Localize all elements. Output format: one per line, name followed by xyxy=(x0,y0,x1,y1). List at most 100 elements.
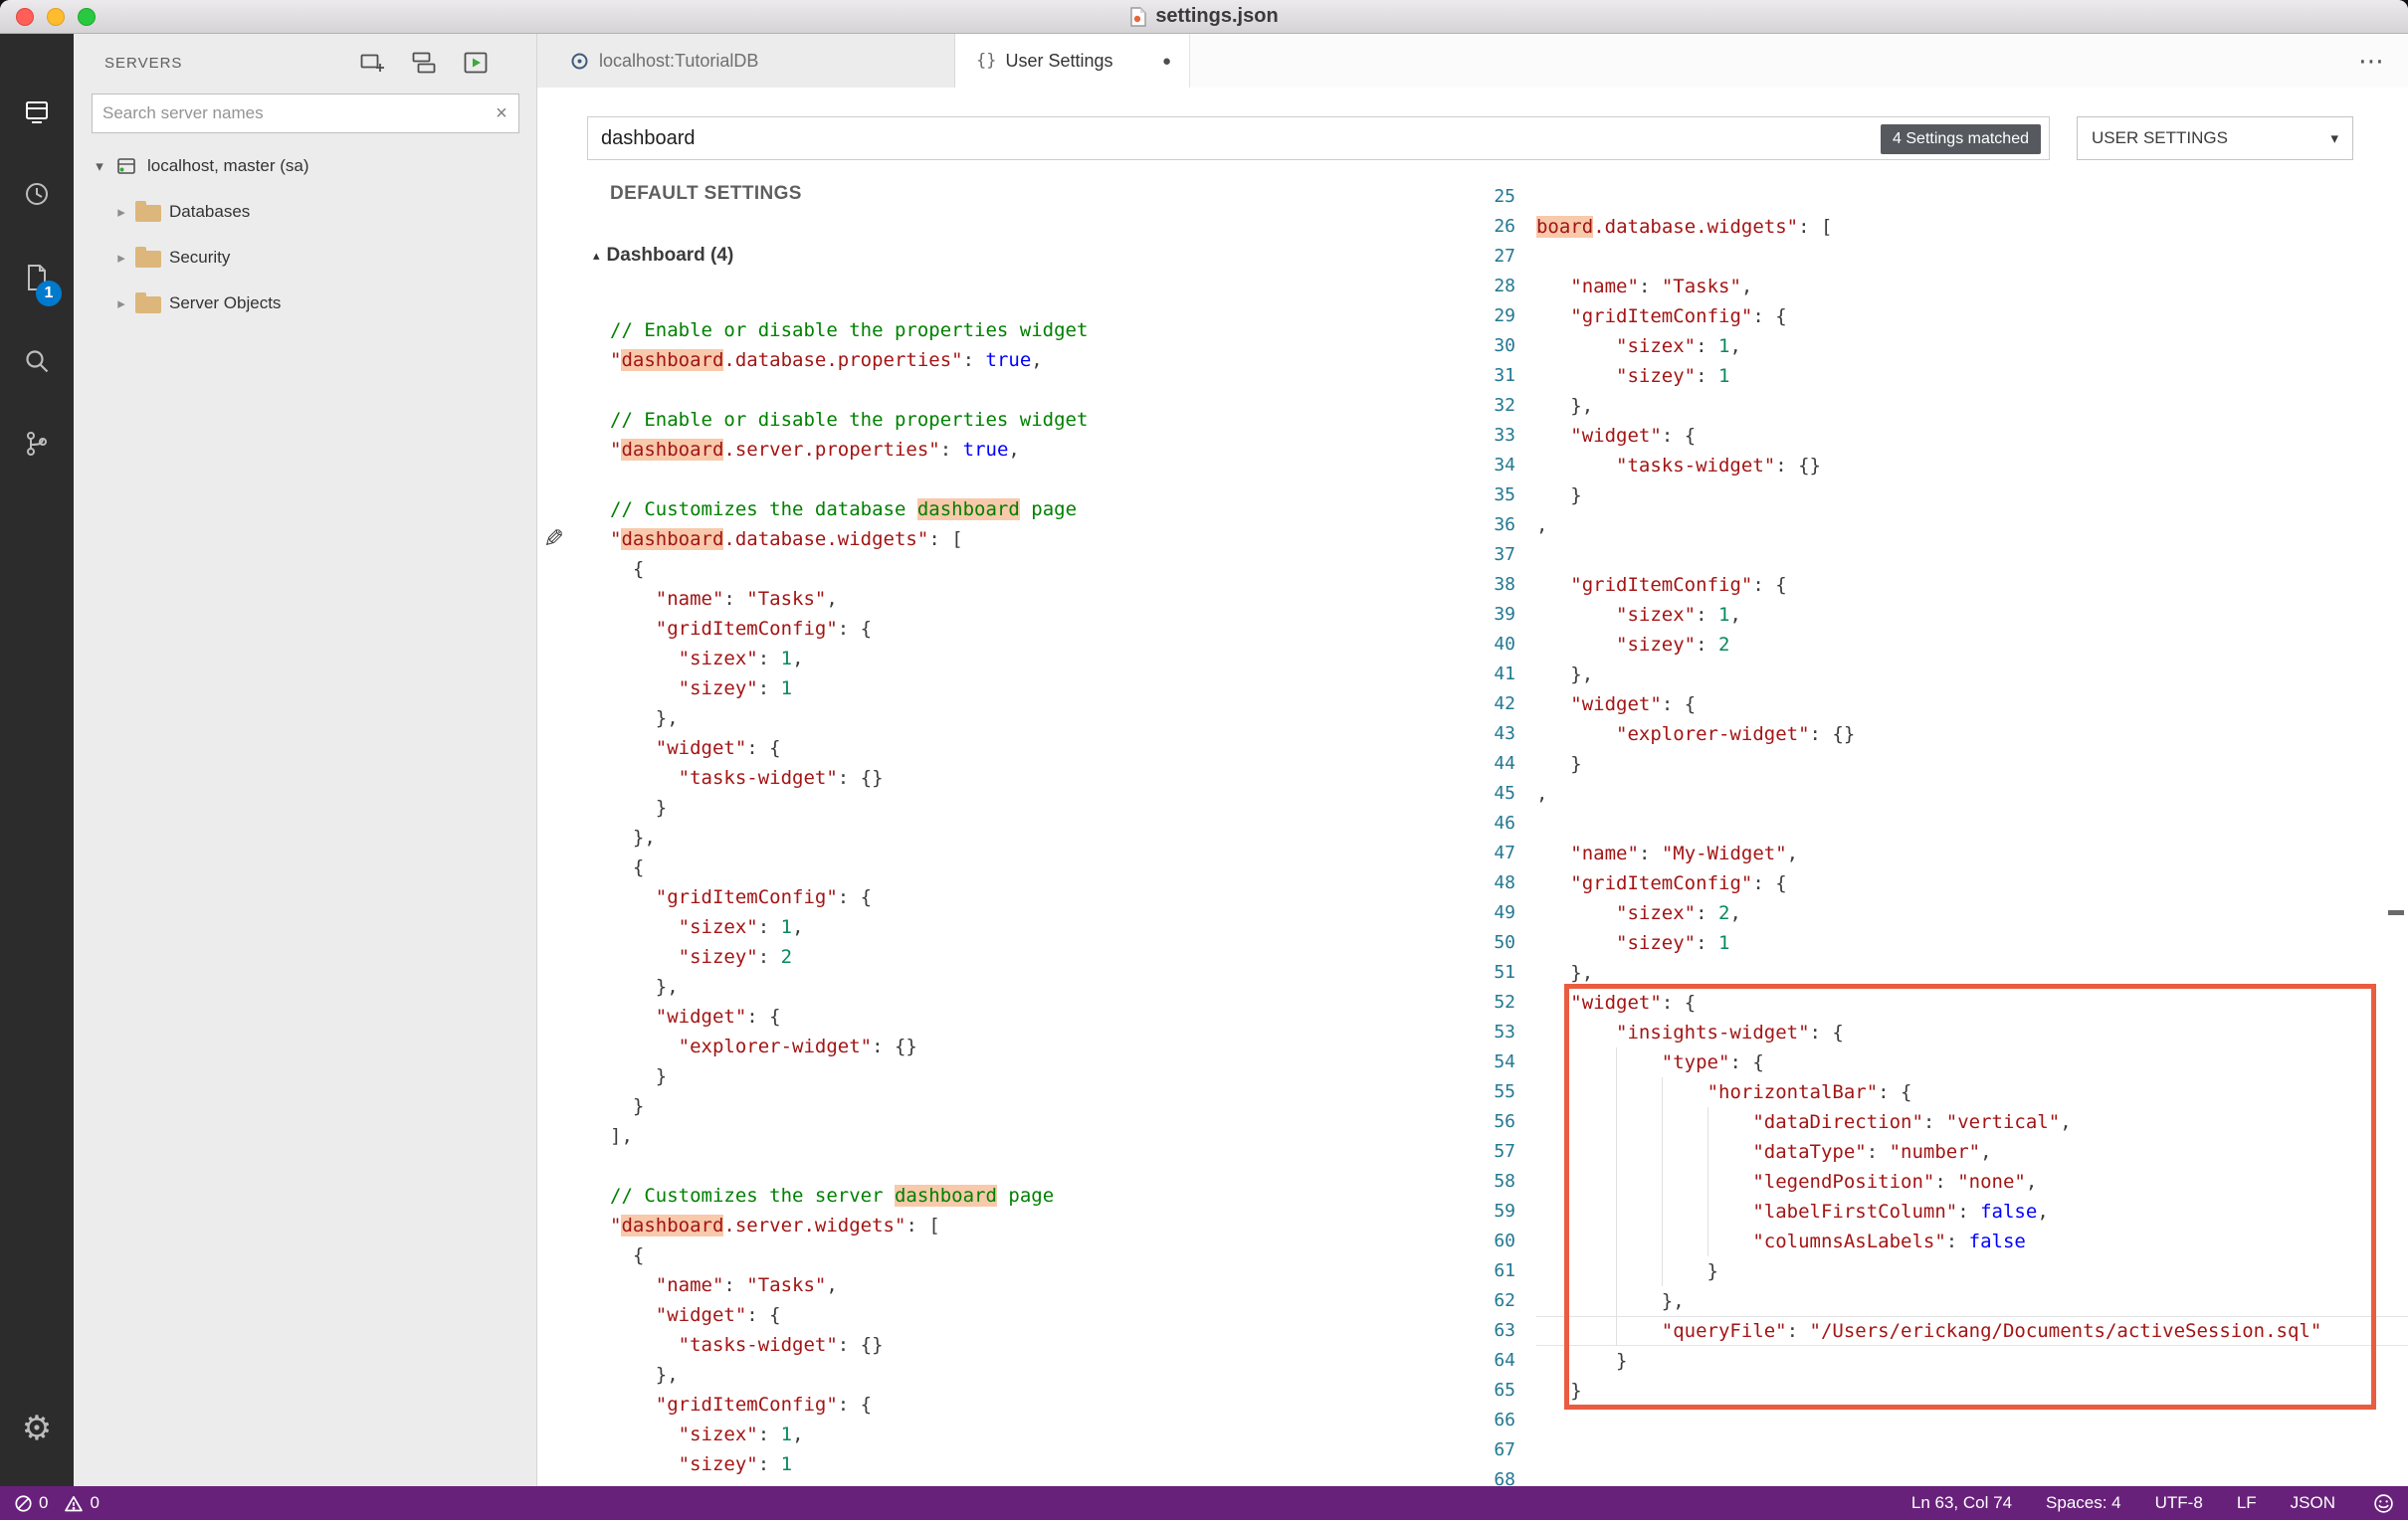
servers-view-icon[interactable] xyxy=(0,76,74,149)
code-line[interactable]: "widget": { xyxy=(610,733,1463,763)
code-line[interactable]: 48 "gridItemConfig": { xyxy=(1473,868,2408,898)
code-line[interactable]: "sizey": 1 xyxy=(610,1449,1463,1479)
code-line[interactable]: "tasks-widget": {} xyxy=(610,1330,1463,1360)
code-line[interactable]: 27 { xyxy=(1473,242,2408,272)
code-line[interactable]: { xyxy=(610,554,1463,584)
close-window-button[interactable] xyxy=(16,8,34,26)
active-connections-button[interactable] xyxy=(463,50,489,76)
code-line[interactable]: 36 }, xyxy=(1473,510,2408,540)
code-line[interactable]: }, xyxy=(610,972,1463,1002)
code-line[interactable]: // Customizes the server dashboard page xyxy=(610,1181,1463,1211)
code-line[interactable]: 42 "widget": { xyxy=(1473,689,2408,719)
code-line[interactable]: "name": "Tasks", xyxy=(610,1270,1463,1300)
new-server-group-button[interactable] xyxy=(411,50,437,76)
code-line[interactable]: 43 "explorer-widget": {} xyxy=(1473,719,2408,749)
tab-localhost-tutorialdb[interactable]: localhost:TutorialDB xyxy=(537,34,955,88)
code-line[interactable]: 25 xyxy=(1473,182,2408,212)
code-line[interactable]: 63 "queryFile": "/Users/erickang/Documen… xyxy=(1473,1316,2408,1346)
cursor-position[interactable]: Ln 63, Col 74 xyxy=(1911,1493,2012,1513)
chevron-right-icon[interactable]: ▸ xyxy=(111,203,131,221)
task-history-icon[interactable] xyxy=(0,157,74,231)
eol-setting[interactable]: LF xyxy=(2237,1493,2257,1513)
zoom-window-button[interactable] xyxy=(78,8,96,26)
code-line[interactable]: "dashboard.server.properties": true, xyxy=(610,435,1463,465)
code-line[interactable]: 32 }, xyxy=(1473,391,2408,421)
code-line[interactable]: }, xyxy=(610,703,1463,733)
chevron-right-icon[interactable]: ▸ xyxy=(111,294,131,312)
code-line[interactable]: 50 "sizey": 1 xyxy=(1473,928,2408,958)
code-line[interactable]: // Enable or disable the properties widg… xyxy=(610,405,1463,435)
code-line[interactable]: 45 }, xyxy=(1473,779,2408,809)
code-line[interactable]: "gridItemConfig": { xyxy=(610,882,1463,912)
search-view-icon[interactable] xyxy=(0,324,74,398)
code-line[interactable]: }, xyxy=(610,1360,1463,1390)
running-queries-icon[interactable]: 1 xyxy=(0,241,74,314)
code-line[interactable]: "name": "Tasks", xyxy=(610,584,1463,614)
dirty-indicator-icon[interactable]: ● xyxy=(1162,53,1171,70)
settings-gear-icon[interactable]: ⚙ xyxy=(0,1399,74,1458)
tree-item-localhost[interactable]: ▾ localhost, master (sa) xyxy=(74,143,536,189)
feedback-smiley-icon[interactable] xyxy=(2373,1493,2394,1514)
code-line[interactable]: 30 "sizex": 1, xyxy=(1473,331,2408,361)
code-line[interactable]: 40 "sizey": 2 xyxy=(1473,630,2408,660)
code-line[interactable]: 29 "gridItemConfig": { xyxy=(1473,301,2408,331)
language-mode[interactable]: JSON xyxy=(2291,1493,2335,1513)
source-control-icon[interactable] xyxy=(0,407,74,480)
code-line[interactable]: { xyxy=(610,853,1463,882)
code-line[interactable]: 55 "horizontalBar": { xyxy=(1473,1077,2408,1107)
code-line[interactable]: 65 } xyxy=(1473,1376,2408,1406)
code-line[interactable]: "sizey": 2 xyxy=(610,942,1463,972)
code-line[interactable]: "gridItemConfig": { xyxy=(610,1390,1463,1420)
code-line[interactable]: "dashboard.database.widgets": [ xyxy=(610,524,1463,554)
code-line[interactable]: 60 "columnsAsLabels": false xyxy=(1473,1227,2408,1256)
indentation-setting[interactable]: Spaces: 4 xyxy=(2046,1493,2121,1513)
code-line[interactable]: 47 "name": "My-Widget", xyxy=(1473,839,2408,868)
code-line[interactable]: // Customizes the database dashboard pag… xyxy=(610,494,1463,524)
code-line[interactable]: 35 } xyxy=(1473,480,2408,510)
code-line[interactable]: "explorer-widget": {} xyxy=(610,1032,1463,1061)
code-line[interactable]: // Enable or disable the properties widg… xyxy=(610,315,1463,345)
code-line[interactable]: "sizex": 1, xyxy=(610,644,1463,673)
code-line[interactable]: "sizex": 1, xyxy=(610,1420,1463,1449)
code-line[interactable]: { xyxy=(610,1240,1463,1270)
code-line[interactable]: 68} xyxy=(1473,1465,2408,1486)
code-line[interactable]: 52 "widget": { xyxy=(1473,988,2408,1018)
edit-setting-icon[interactable]: ✎ xyxy=(543,524,564,554)
code-line[interactable]: 57 "dataType": "number", xyxy=(1473,1137,2408,1167)
new-connection-button[interactable] xyxy=(359,50,385,76)
chevron-down-icon[interactable]: ▾ xyxy=(90,157,109,175)
code-line[interactable]: 64 } xyxy=(1473,1346,2408,1376)
code-line[interactable]: 67 ] xyxy=(1473,1435,2408,1465)
code-line[interactable]: "widget": { xyxy=(610,1002,1463,1032)
code-line[interactable] xyxy=(610,465,1463,494)
tree-item-security[interactable]: ▸ Security xyxy=(74,235,536,281)
tree-item-databases[interactable]: ▸ Databases xyxy=(74,189,536,235)
code-line[interactable]: "sizey": 1 xyxy=(610,673,1463,703)
editor-more-actions-icon[interactable]: ⋯ xyxy=(2358,34,2386,88)
chevron-right-icon[interactable]: ▸ xyxy=(111,249,131,267)
code-line[interactable]: 66 } xyxy=(1473,1406,2408,1435)
code-line[interactable]: 37 { xyxy=(1473,540,2408,570)
code-line[interactable]: 31 "sizey": 1 xyxy=(1473,361,2408,391)
code-line[interactable]: 54 "type": { xyxy=(1473,1047,2408,1077)
code-line[interactable]: 33 "widget": { xyxy=(1473,421,2408,451)
code-line[interactable]: 59 "labelFirstColumn": false, xyxy=(1473,1197,2408,1227)
code-line[interactable]: 28 "name": "Tasks", xyxy=(1473,272,2408,301)
dashboard-group-header[interactable]: ▴ Dashboard (4) xyxy=(593,245,733,267)
code-line[interactable]: } xyxy=(610,793,1463,823)
code-line[interactable]: 62 }, xyxy=(1473,1286,2408,1316)
code-line[interactable]: 56 "dataDirection": "vertical", xyxy=(1473,1107,2408,1137)
code-line[interactable]: "widget": { xyxy=(610,1300,1463,1330)
tab-user-settings[interactable]: {} User Settings ● xyxy=(955,34,1190,88)
code-line[interactable]: 38 "gridItemConfig": { xyxy=(1473,570,2408,600)
server-search-input[interactable] xyxy=(93,95,485,132)
code-line[interactable]: 39 "sizex": 1, xyxy=(1473,600,2408,630)
clear-search-icon[interactable]: × xyxy=(485,102,518,125)
code-line[interactable]: 34 "tasks-widget": {} xyxy=(1473,451,2408,480)
code-line[interactable]: "tasks-widget": {} xyxy=(610,763,1463,793)
encoding-setting[interactable]: UTF-8 xyxy=(2155,1493,2203,1513)
minimize-window-button[interactable] xyxy=(47,8,65,26)
code-line[interactable]: "sizex": 1, xyxy=(610,912,1463,942)
code-line[interactable]: 46 { xyxy=(1473,809,2408,839)
code-line[interactable]: ], xyxy=(610,1121,1463,1151)
